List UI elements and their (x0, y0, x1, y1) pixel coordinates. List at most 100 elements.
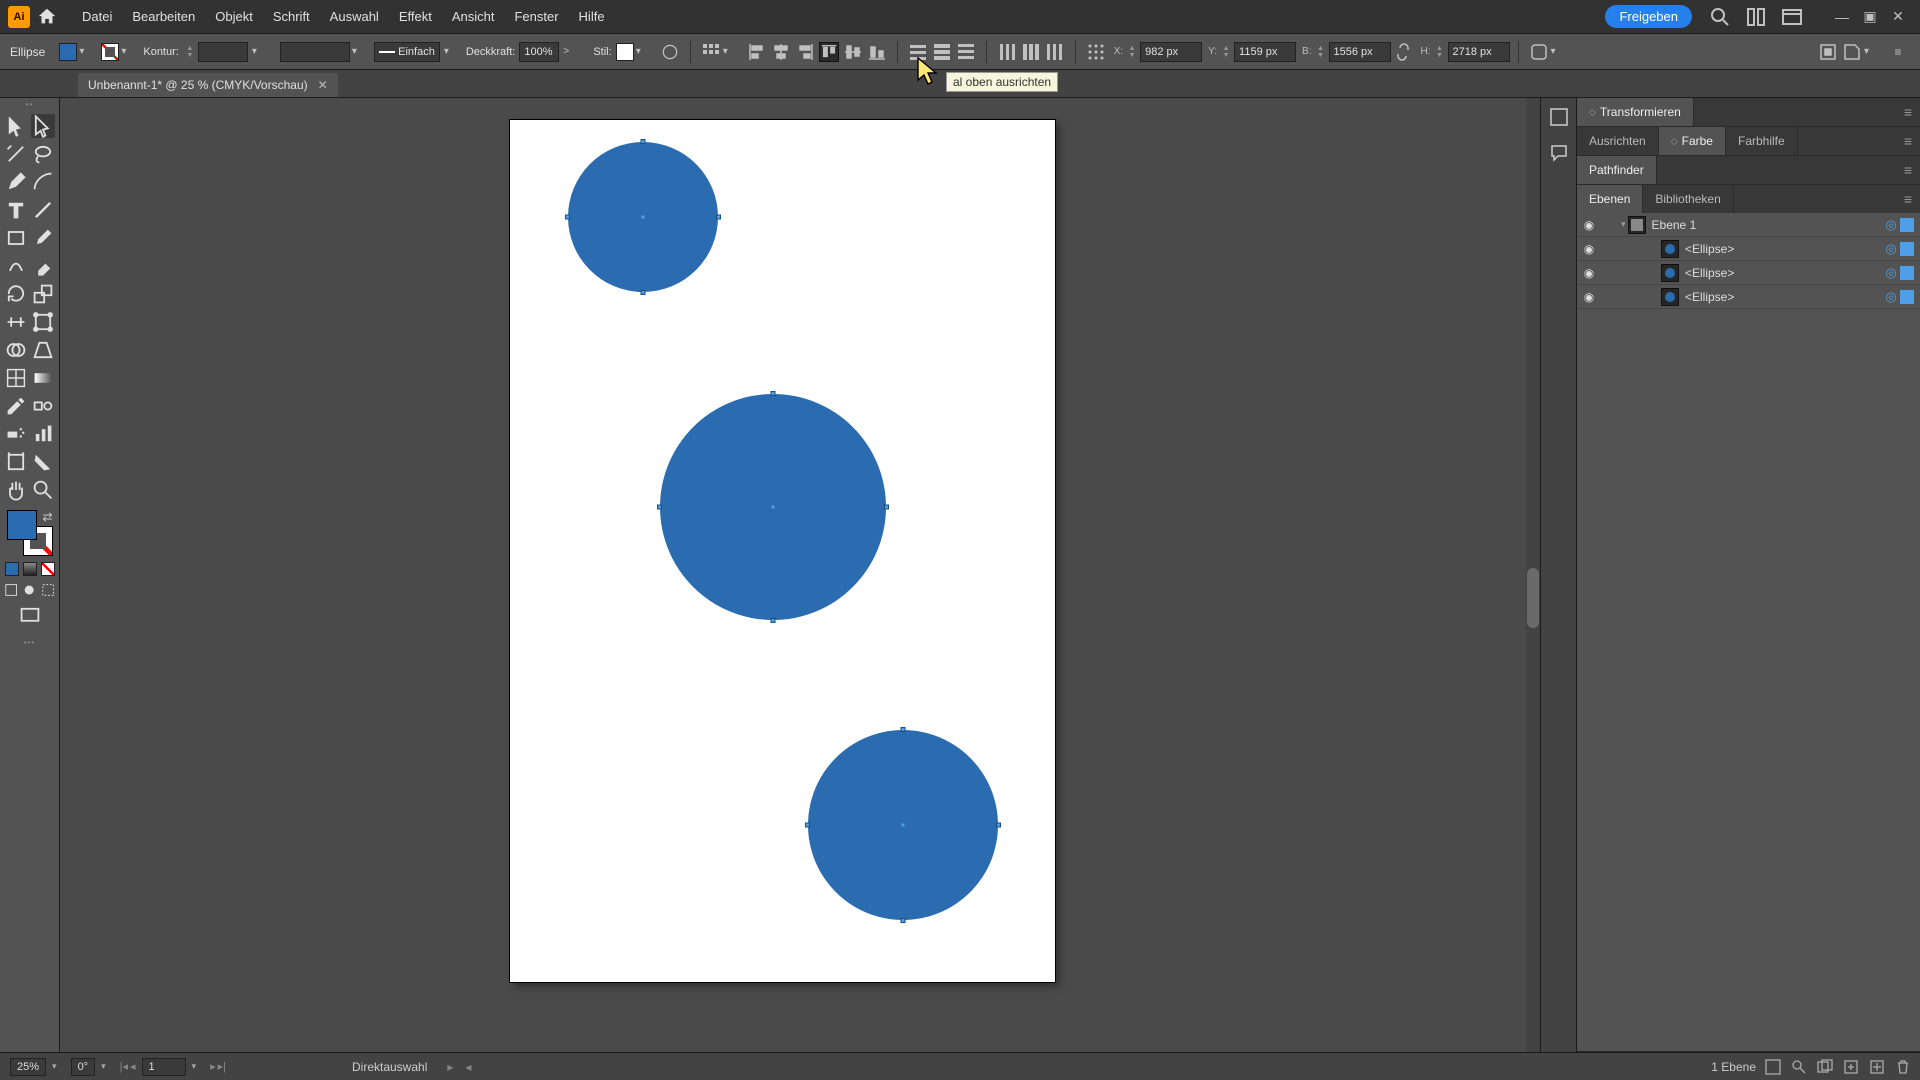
draw-inside-icon[interactable] (41, 582, 55, 598)
align-hcenter-icon[interactable] (771, 42, 791, 62)
symbol-sprayer-tool-icon[interactable] (4, 422, 28, 446)
artboard-number-field[interactable]: 1 (142, 1058, 186, 1076)
align-bottom-icon[interactable] (867, 42, 887, 62)
stroke-swatch[interactable] (101, 43, 119, 61)
search-icon[interactable] (1708, 5, 1732, 29)
edit-mode-icon[interactable] (1842, 42, 1862, 62)
dist-left-icon[interactable] (997, 42, 1017, 62)
link-wh-icon[interactable] (1393, 42, 1413, 62)
align-vcenter-icon[interactable] (843, 42, 863, 62)
fill-dropdown[interactable]: ▾ (79, 46, 91, 57)
layer-row[interactable]: ◉ <Ellipse> ◎ (1577, 261, 1920, 285)
w-input[interactable] (1329, 42, 1391, 62)
fill-swatch[interactable] (59, 43, 77, 61)
document-tab[interactable]: Unbenannt-1* @ 25 % (CMYK/Vorschau) ✕ (78, 73, 338, 97)
target-icon[interactable]: ◎ (1882, 289, 1900, 305)
zoom-dropdown[interactable]: ▾ (52, 1061, 57, 1072)
recolor-icon[interactable] (660, 42, 680, 62)
selection-indicator[interactable] (1900, 290, 1914, 304)
layers-panel-tab[interactable]: Ebenen (1577, 185, 1643, 213)
slice-tool-icon[interactable] (31, 450, 55, 474)
status-disclosure-icon[interactable]: ▸ (447, 1060, 453, 1074)
minimize-icon[interactable]: — (1832, 7, 1852, 27)
pathfinder-panel-tab[interactable]: Pathfinder (1577, 156, 1657, 184)
align-to-icon[interactable] (701, 42, 721, 62)
menu-fenster[interactable]: Fenster (504, 5, 568, 28)
gradient-tool-icon[interactable] (31, 366, 55, 390)
opacity-input[interactable] (519, 42, 559, 62)
target-icon[interactable]: ◎ (1882, 217, 1900, 233)
rotate-tool-icon[interactable] (4, 282, 28, 306)
last-artboard-icon[interactable]: ▸| (218, 1060, 226, 1073)
layer-name[interactable]: <Ellipse> (1685, 242, 1882, 256)
align-right-icon[interactable] (795, 42, 815, 62)
visibility-icon[interactable]: ◉ (1577, 266, 1601, 280)
toolbox-more-icon[interactable]: ••• (4, 638, 55, 647)
brush-definition[interactable] (280, 42, 350, 62)
shape-builder-tool-icon[interactable] (4, 338, 28, 362)
disclosure-icon[interactable]: ▾ (1621, 219, 1626, 230)
target-icon[interactable]: ◎ (1882, 241, 1900, 257)
artboard-tool-icon[interactable] (4, 450, 28, 474)
screen-mode-icon[interactable] (18, 604, 42, 628)
dist-top-icon[interactable] (908, 42, 928, 62)
paintbrush-tool-icon[interactable] (31, 226, 55, 250)
eyedropper-tool-icon[interactable] (4, 394, 28, 418)
workspace-icon[interactable] (1780, 5, 1804, 29)
align-left-icon[interactable] (747, 42, 767, 62)
direct-selection-tool-icon[interactable] (31, 114, 55, 138)
new-layer-icon[interactable] (1868, 1058, 1886, 1076)
y-stepper[interactable]: ▲▼ (1219, 42, 1233, 62)
transform-panel-tab[interactable]: ◇Transformieren (1577, 98, 1694, 126)
fill-stroke-control[interactable]: ⇄ (7, 510, 53, 556)
panel-menu-icon[interactable]: ≡ (1896, 133, 1920, 149)
delete-layer-icon[interactable] (1894, 1058, 1912, 1076)
shape-ellipse-2[interactable] (660, 394, 886, 620)
graph-tool-icon[interactable] (31, 422, 55, 446)
eraser-tool-icon[interactable] (31, 254, 55, 278)
shape-props-dropdown[interactable]: ▾ (1551, 46, 1563, 57)
stroke-weight-dropdown[interactable]: ▾ (252, 46, 264, 57)
libraries-panel-tab[interactable]: Bibliotheken (1643, 185, 1733, 213)
align-panel-tab[interactable]: Ausrichten (1577, 127, 1659, 155)
w-stepper[interactable]: ▲▼ (1314, 42, 1328, 62)
rotate-dropdown[interactable]: ▾ (101, 1061, 106, 1072)
draw-normal-icon[interactable] (4, 582, 18, 598)
mesh-tool-icon[interactable] (4, 366, 28, 390)
stroke-profile[interactable]: Einfach (374, 42, 440, 62)
visibility-icon[interactable]: ◉ (1577, 218, 1601, 232)
comments-panel-icon[interactable] (1548, 142, 1570, 164)
visibility-icon[interactable]: ◉ (1577, 290, 1601, 304)
dist-hcenter-icon[interactable] (1021, 42, 1041, 62)
line-tool-icon[interactable] (31, 198, 55, 222)
panel-menu-icon[interactable]: ≡ (1896, 191, 1920, 207)
maximize-icon[interactable]: ▣ (1860, 7, 1880, 27)
rectangle-tool-icon[interactable] (4, 226, 28, 250)
scrollbar-thumb[interactable] (1527, 568, 1539, 628)
gradient-mode-icon[interactable] (23, 562, 37, 576)
swap-fill-stroke-icon[interactable]: ⇄ (42, 510, 52, 524)
stroke-dropdown[interactable]: ▾ (121, 46, 133, 57)
dist-vcenter-icon[interactable] (932, 42, 952, 62)
prev-artboard-icon[interactable]: ◂ (130, 1060, 136, 1073)
free-transform-tool-icon[interactable] (31, 310, 55, 334)
zoom-field[interactable]: 25% (10, 1058, 46, 1076)
color-panel-tab[interactable]: ◇Farbe (1659, 127, 1726, 155)
zoom-tool-icon[interactable] (31, 478, 55, 502)
color-guide-panel-tab[interactable]: Farbhilfe (1726, 127, 1798, 155)
color-mode-icon[interactable] (5, 562, 19, 576)
selection-indicator[interactable] (1900, 266, 1914, 280)
blend-tool-icon[interactable] (31, 394, 55, 418)
draw-behind-icon[interactable] (22, 582, 36, 598)
y-input[interactable] (1234, 42, 1296, 62)
shape-ellipse-1[interactable] (568, 142, 718, 292)
menu-effekt[interactable]: Effekt (389, 5, 442, 28)
find-layer-icon[interactable] (1790, 1058, 1808, 1076)
properties-panel-icon[interactable] (1548, 106, 1570, 128)
close-icon[interactable]: ✕ (1888, 7, 1908, 27)
magic-wand-tool-icon[interactable] (4, 142, 28, 166)
perspective-tool-icon[interactable] (31, 338, 55, 362)
h-input[interactable] (1448, 42, 1510, 62)
canvas[interactable] (60, 98, 1540, 1052)
menu-hilfe[interactable]: Hilfe (569, 5, 615, 28)
